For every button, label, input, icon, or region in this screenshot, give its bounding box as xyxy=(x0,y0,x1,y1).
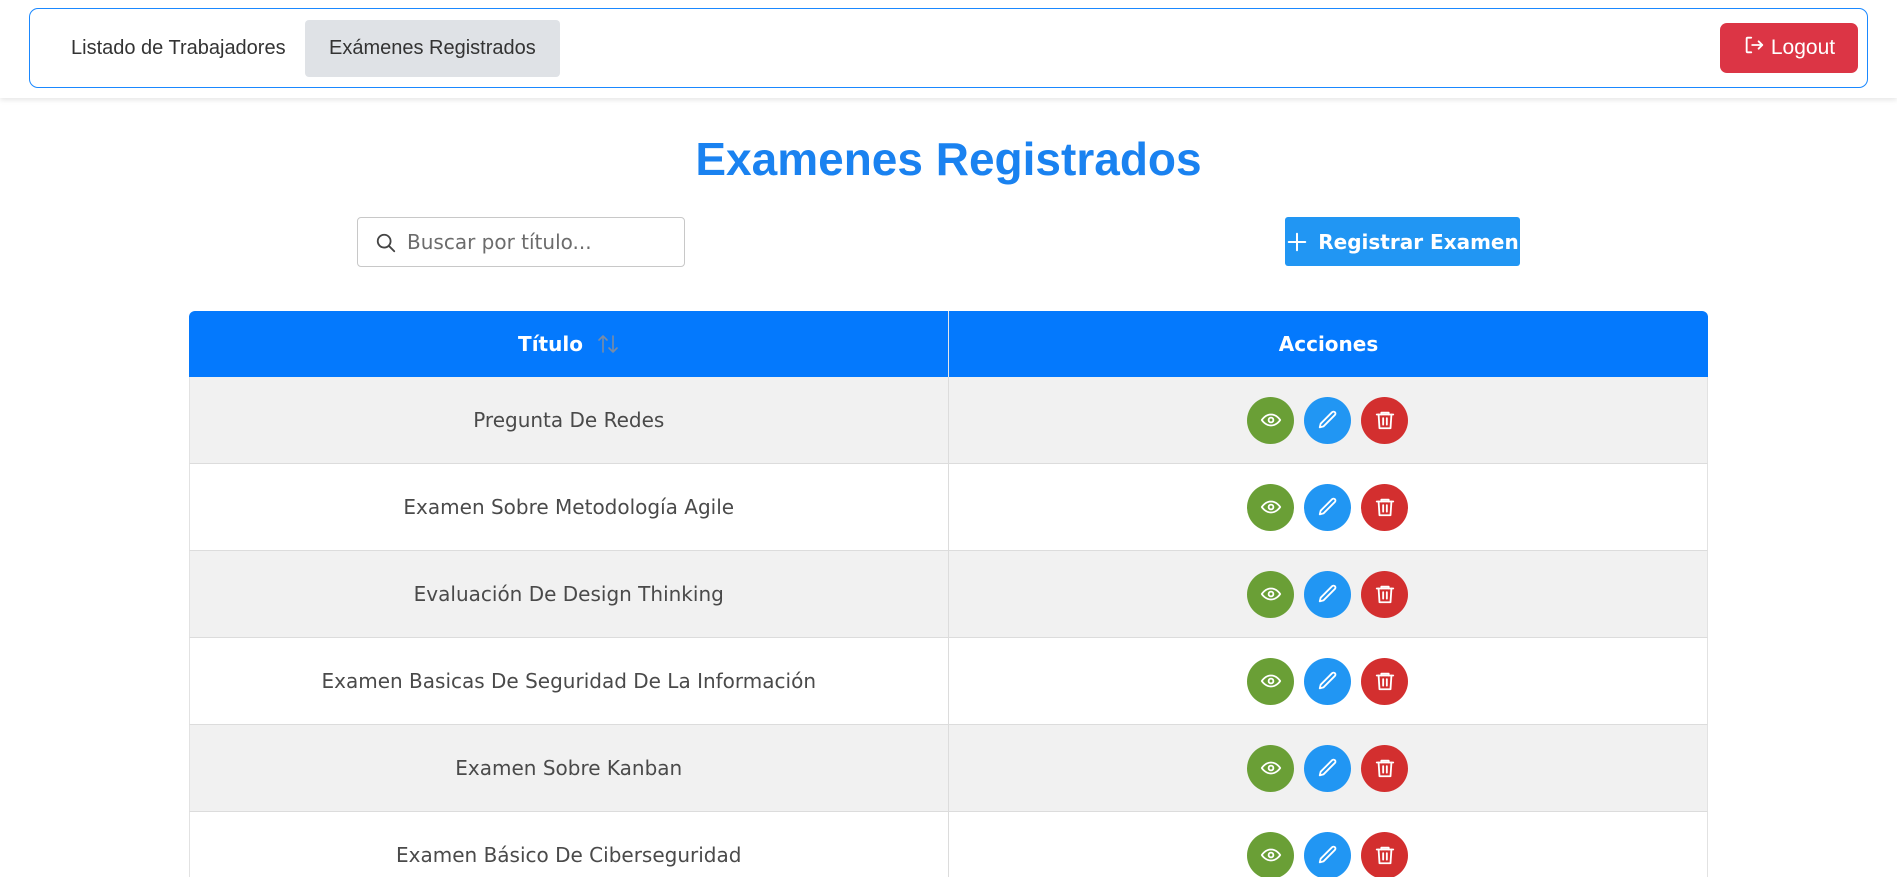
nav-item-listado-trabajadores[interactable]: Listado de Trabajadores xyxy=(47,20,310,77)
actions-cell xyxy=(949,377,1708,463)
nav-item-label: Listado de Trabajadores xyxy=(71,37,286,59)
view-exam-button[interactable] xyxy=(1247,831,1295,877)
exam-title-cell: Pregunta De Redes xyxy=(190,377,949,463)
search-box xyxy=(357,217,685,267)
trash-icon xyxy=(1375,672,1394,691)
eye-icon xyxy=(1260,848,1281,862)
table-row: Pregunta De Redes xyxy=(189,377,1708,464)
eye-icon xyxy=(1260,413,1281,427)
trash-icon xyxy=(1375,846,1394,865)
register-exam-label: Registrar Examen xyxy=(1318,229,1519,254)
register-exam-button[interactable]: Registrar Examen xyxy=(1285,217,1520,266)
delete-exam-button[interactable] xyxy=(1361,396,1409,444)
column-header-title[interactable]: Título xyxy=(189,311,949,377)
exam-title: Evaluación De Design Thinking xyxy=(413,582,724,606)
edit-exam-button[interactable] xyxy=(1304,831,1352,877)
edit-exam-button[interactable] xyxy=(1304,396,1352,444)
logout-icon xyxy=(1743,34,1765,62)
table-row: Examen Básico De Ciberseguridad xyxy=(189,812,1708,877)
pencil-icon xyxy=(1318,584,1337,603)
pencil-icon xyxy=(1318,845,1337,864)
delete-exam-button[interactable] xyxy=(1361,657,1409,705)
actions-cell xyxy=(949,812,1708,877)
view-exam-button[interactable] xyxy=(1247,483,1295,531)
edit-exam-button[interactable] xyxy=(1304,657,1352,705)
table-row: Examen Basicas De Seguridad De La Inform… xyxy=(189,638,1708,725)
view-exam-button[interactable] xyxy=(1247,396,1295,444)
exam-title-cell: Examen Basicas De Seguridad De La Inform… xyxy=(190,638,949,724)
view-exam-button[interactable] xyxy=(1247,657,1295,705)
edit-exam-button[interactable] xyxy=(1304,483,1352,531)
nav-item-examenes-registrados[interactable]: Exámenes Registrados xyxy=(305,20,560,77)
pencil-icon xyxy=(1318,497,1337,516)
actions-cell xyxy=(949,725,1708,811)
table-body: Pregunta De Redes Examen Sobre Metodolog… xyxy=(189,377,1708,877)
trash-icon xyxy=(1375,585,1394,604)
exam-title: Examen Sobre Kanban xyxy=(455,756,683,780)
exam-title-cell: Examen Básico De Ciberseguridad xyxy=(190,812,949,877)
column-actions-label: Acciones xyxy=(1278,332,1379,356)
view-exam-button[interactable] xyxy=(1247,570,1295,618)
exam-title: Examen Básico De Ciberseguridad xyxy=(396,843,742,867)
page-title: Examenes Registrados xyxy=(695,133,1202,185)
trash-icon xyxy=(1375,498,1394,517)
eye-icon xyxy=(1260,674,1281,688)
plus-icon xyxy=(1287,232,1307,251)
delete-exam-button[interactable] xyxy=(1361,744,1409,792)
table-header: Título Acciones xyxy=(189,311,1708,377)
trash-icon xyxy=(1375,411,1394,430)
exam-title-cell: Examen Sobre Metodología Agile xyxy=(190,464,949,550)
table-row: Examen Sobre Metodología Agile xyxy=(189,464,1708,551)
navbar: Listado de Trabajadores Exámenes Registr… xyxy=(29,8,1868,88)
pencil-icon xyxy=(1318,758,1337,777)
top-bar: Listado de Trabajadores Exámenes Registr… xyxy=(0,0,1897,98)
trash-icon xyxy=(1375,759,1394,778)
delete-exam-button[interactable] xyxy=(1361,831,1409,877)
eye-icon xyxy=(1260,761,1281,775)
logout-button[interactable]: Logout xyxy=(1720,23,1858,73)
exam-title: Pregunta De Redes xyxy=(473,408,665,432)
search-icon xyxy=(376,233,396,253)
exam-title: Examen Sobre Metodología Agile xyxy=(403,495,735,519)
actions-cell xyxy=(949,638,1708,724)
pencil-icon xyxy=(1318,410,1337,429)
delete-exam-button[interactable] xyxy=(1361,483,1409,531)
column-header-actions: Acciones xyxy=(949,311,1708,377)
actions-cell xyxy=(949,464,1708,550)
sort-icon[interactable] xyxy=(597,332,619,356)
exam-title: Examen Basicas De Seguridad De La Inform… xyxy=(321,669,817,693)
pencil-icon xyxy=(1318,671,1337,690)
column-title-label: Título xyxy=(518,332,583,356)
search-input[interactable] xyxy=(407,226,677,258)
table-row: Examen Sobre Kanban xyxy=(189,725,1708,812)
delete-exam-button[interactable] xyxy=(1361,570,1409,618)
view-exam-button[interactable] xyxy=(1247,744,1295,792)
actions-cell xyxy=(949,551,1708,637)
edit-exam-button[interactable] xyxy=(1304,744,1352,792)
exam-title-cell: Examen Sobre Kanban xyxy=(190,725,949,811)
nav-item-label: Exámenes Registrados xyxy=(329,37,536,59)
eye-icon xyxy=(1260,587,1281,601)
eye-icon xyxy=(1260,500,1281,514)
exam-title-cell: Evaluación De Design Thinking xyxy=(190,551,949,637)
table-row: Evaluación De Design Thinking xyxy=(189,551,1708,638)
exams-table: Título Acciones Pregunta De Redes Examen… xyxy=(189,311,1708,877)
edit-exam-button[interactable] xyxy=(1304,570,1352,618)
logout-label: Logout xyxy=(1770,36,1836,59)
